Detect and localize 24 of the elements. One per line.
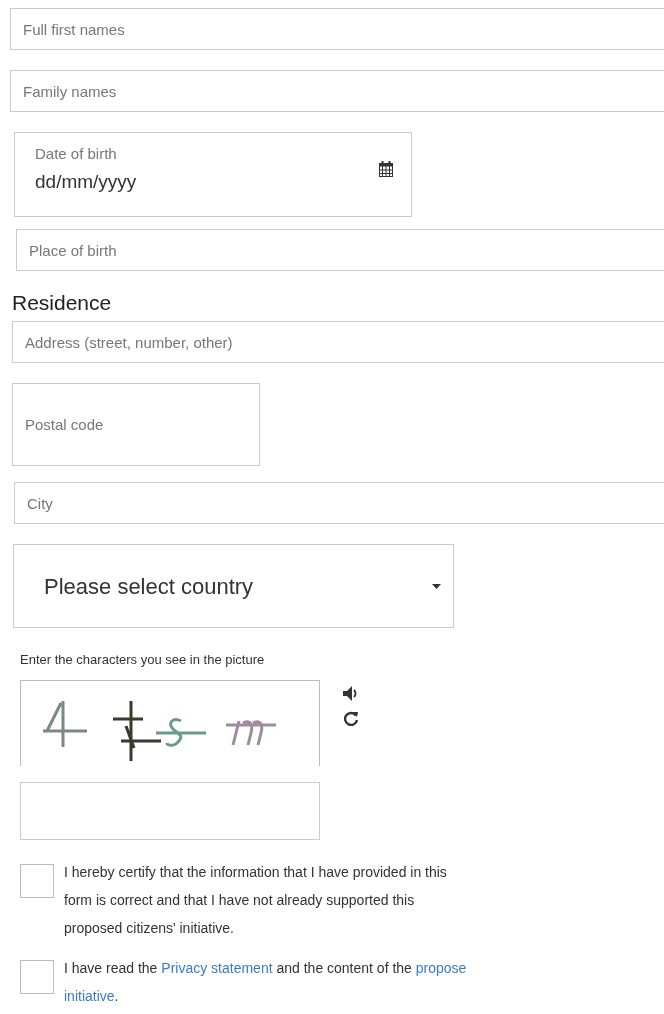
checkbox[interactable] <box>20 959 54 994</box>
date-field[interactable]: Date of birth dd/mm/yyyy <box>14 132 412 217</box>
input-field[interactable]: Place of birth <box>16 229 664 271</box>
country-select[interactable]: Please select country <box>13 544 454 628</box>
input-field[interactable]: Full first names <box>10 8 664 50</box>
consent-text: I have read the Privacy statement and the content of the propose initiative. <box>64 958 467 1006</box>
captcha-label: Enter the characters you see in the picture <box>20 651 266 669</box>
speaker-icon[interactable] <box>343 685 359 701</box>
input-field[interactable]: Address (street, number, other) <box>12 321 664 363</box>
calendar-icon[interactable] <box>379 161 393 177</box>
caret-icon <box>432 583 441 589</box>
consent-text: I hereby certify that the information that I have provided in this form is correct and that I have not already supported this proposed citizens' initiative. <box>64 862 447 938</box>
link[interactable]: initiative <box>64 987 115 1004</box>
refresh-icon[interactable] <box>343 710 359 726</box>
input-field[interactable]: Family names <box>10 70 664 112</box>
input-field[interactable]: Postal code <box>12 383 260 466</box>
input-field[interactable]: City <box>14 482 664 524</box>
date-placeholder: dd/mm/yyyy <box>35 169 137 194</box>
field-label: Date of birth <box>35 144 118 164</box>
checkbox[interactable] <box>20 863 54 898</box>
link[interactable]: Privacy statement <box>161 959 273 976</box>
captcha-answer-field[interactable] <box>20 781 320 840</box>
section-heading: Residence <box>12 291 113 315</box>
link[interactable]: propose <box>415 959 467 976</box>
